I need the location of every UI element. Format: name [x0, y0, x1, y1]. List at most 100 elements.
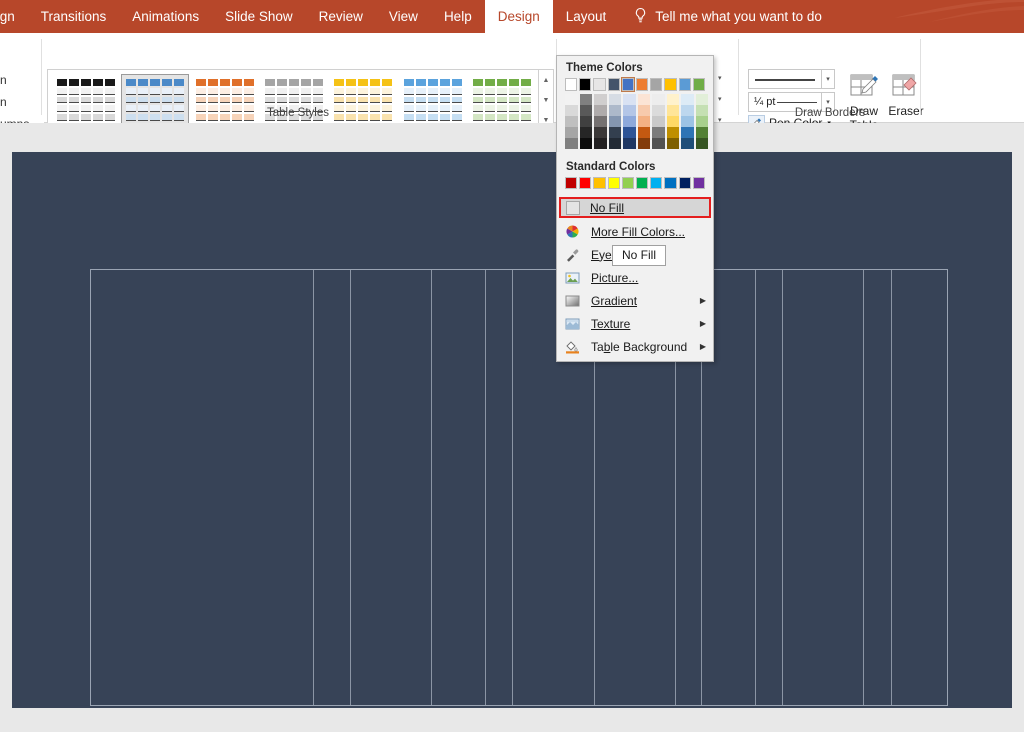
theme-color-swatch-4[interactable]	[622, 78, 634, 91]
tab-animations[interactable]: Animations	[119, 0, 212, 33]
theme-tint-swatch-3-1[interactable]	[609, 105, 622, 116]
gallery-scroll-up-button[interactable]: ▲	[539, 70, 553, 90]
theme-tint-swatch-0-4[interactable]	[565, 138, 578, 149]
theme-tint-swatch-4-3[interactable]	[623, 127, 636, 138]
theme-tint-column-5[interactable]	[638, 94, 651, 149]
theme-tint-swatch-0-3[interactable]	[565, 127, 578, 138]
more-fill-colors-menu-item[interactable]: More Fill Colors...	[557, 220, 713, 243]
theme-tint-swatch-6-4[interactable]	[652, 138, 665, 149]
standard-color-swatch-9[interactable]	[693, 177, 705, 190]
theme-tint-column-4[interactable]	[623, 94, 636, 149]
theme-tint-swatch-6-3[interactable]	[652, 127, 665, 138]
theme-tint-swatch-1-0[interactable]	[580, 94, 593, 105]
theme-tint-swatch-3-2[interactable]	[609, 116, 622, 127]
theme-color-swatch-3[interactable]	[608, 78, 620, 91]
theme-tint-column-3[interactable]	[609, 94, 622, 149]
theme-color-swatch-7[interactable]	[664, 78, 676, 91]
theme-tint-swatch-3-3[interactable]	[609, 127, 622, 138]
theme-color-swatch-9[interactable]	[693, 78, 705, 91]
standard-color-swatch-4[interactable]	[622, 177, 634, 190]
theme-tint-swatch-8-2[interactable]	[681, 116, 694, 127]
theme-tint-swatch-9-0[interactable]	[696, 94, 709, 105]
theme-tint-swatch-7-1[interactable]	[667, 105, 680, 116]
tell-me-box[interactable]: Tell me what you want to do	[633, 0, 822, 33]
theme-color-swatch-1[interactable]	[579, 78, 591, 91]
theme-color-swatch-8[interactable]	[679, 78, 691, 91]
border-style-caret-icon[interactable]: ▾	[822, 69, 835, 89]
standard-color-swatch-2[interactable]	[593, 177, 605, 190]
theme-tint-swatch-8-3[interactable]	[681, 127, 694, 138]
theme-tint-swatch-2-1[interactable]	[594, 105, 607, 116]
theme-tint-swatch-5-3[interactable]	[638, 127, 651, 138]
theme-tint-swatch-1-3[interactable]	[580, 127, 593, 138]
slide-canvas[interactable]	[12, 152, 1012, 708]
tab-transitions[interactable]: Transitions	[28, 0, 120, 33]
theme-tint-swatch-0-0[interactable]	[565, 94, 578, 105]
standard-color-swatch-7[interactable]	[664, 177, 676, 190]
theme-tint-swatch-6-2[interactable]	[652, 116, 665, 127]
tab-review[interactable]: Review	[306, 0, 376, 33]
theme-tint-swatch-3-0[interactable]	[609, 94, 622, 105]
gradient-menu-item[interactable]: Gradient ▶	[557, 289, 713, 312]
theme-tint-column-0[interactable]	[565, 94, 578, 149]
theme-tint-swatch-7-2[interactable]	[667, 116, 680, 127]
theme-tint-swatch-4-0[interactable]	[623, 94, 636, 105]
table-styles-gallery[interactable]	[47, 69, 539, 131]
standard-colors-row[interactable]	[557, 177, 713, 194]
theme-tint-swatch-8-0[interactable]	[681, 94, 694, 105]
no-fill-menu-item[interactable]: No Fill	[559, 197, 711, 218]
shading-dropdown-menu[interactable]: Theme Colors Standard Colors No Fill Mor…	[556, 55, 714, 362]
standard-color-swatch-8[interactable]	[679, 177, 691, 190]
theme-tint-swatch-5-0[interactable]	[638, 94, 651, 105]
wordart-quick-styles-caret-icon[interactable]: ▾	[718, 95, 722, 103]
theme-color-swatch-6[interactable]	[650, 78, 662, 91]
theme-tint-swatch-7-0[interactable]	[667, 94, 680, 105]
standard-color-swatch-6[interactable]	[650, 177, 662, 190]
theme-tint-swatch-5-1[interactable]	[638, 105, 651, 116]
theme-tint-swatch-2-0[interactable]	[594, 94, 607, 105]
theme-tint-swatch-9-4[interactable]	[696, 138, 709, 149]
theme-tint-swatch-3-4[interactable]	[609, 138, 622, 149]
theme-tint-swatch-7-3[interactable]	[667, 127, 680, 138]
gallery-scrollbar[interactable]: ▲ ▼ ▼	[539, 69, 554, 131]
standard-color-swatch-3[interactable]	[608, 177, 620, 190]
theme-color-swatch-5[interactable]	[636, 78, 648, 91]
tab-design-left[interactable]: sign	[0, 0, 28, 33]
theme-tint-swatch-6-1[interactable]	[652, 105, 665, 116]
left-opt-1[interactable]: n	[0, 73, 7, 87]
border-style-combo[interactable]	[748, 69, 822, 89]
theme-tint-swatch-4-2[interactable]	[623, 116, 636, 127]
theme-colors-base-row[interactable]	[557, 78, 713, 91]
theme-tint-column-8[interactable]	[681, 94, 694, 149]
chevron-right-icon-2[interactable]: ▶	[700, 319, 706, 328]
theme-color-swatch-0[interactable]	[565, 78, 577, 91]
tab-layout[interactable]: Layout	[553, 0, 620, 33]
standard-color-swatch-0[interactable]	[565, 177, 577, 190]
font-color-caret-icon[interactable]: ▾	[718, 74, 722, 82]
theme-tint-swatch-5-2[interactable]	[638, 116, 651, 127]
theme-tint-swatch-2-3[interactable]	[594, 127, 607, 138]
table-background-menu-item[interactable]: Table Background ▶	[557, 335, 713, 358]
theme-tint-column-7[interactable]	[667, 94, 680, 149]
tab-design[interactable]: Design	[485, 0, 553, 33]
theme-tint-swatch-2-2[interactable]	[594, 116, 607, 127]
tab-help[interactable]: Help	[431, 0, 485, 33]
chevron-right-icon[interactable]: ▶	[700, 296, 706, 305]
theme-tint-swatch-9-1[interactable]	[696, 105, 709, 116]
tab-view[interactable]: View	[376, 0, 431, 33]
theme-tint-swatch-2-4[interactable]	[594, 138, 607, 149]
theme-tint-column-1[interactable]	[580, 94, 593, 149]
theme-color-swatch-2[interactable]	[593, 78, 605, 91]
theme-colors-tints-grid[interactable]	[557, 91, 713, 155]
theme-tint-swatch-1-1[interactable]	[580, 105, 593, 116]
theme-tint-swatch-8-4[interactable]	[681, 138, 694, 149]
theme-tint-column-6[interactable]	[652, 94, 665, 149]
texture-menu-item[interactable]: Texture ▶	[557, 312, 713, 335]
theme-tint-column-2[interactable]	[594, 94, 607, 149]
theme-tint-swatch-9-3[interactable]	[696, 127, 709, 138]
standard-color-swatch-5[interactable]	[636, 177, 648, 190]
theme-tint-swatch-7-4[interactable]	[667, 138, 680, 149]
theme-tint-swatch-1-2[interactable]	[580, 116, 593, 127]
slide-table[interactable]	[90, 269, 948, 706]
left-opt-2[interactable]: n	[0, 95, 7, 109]
